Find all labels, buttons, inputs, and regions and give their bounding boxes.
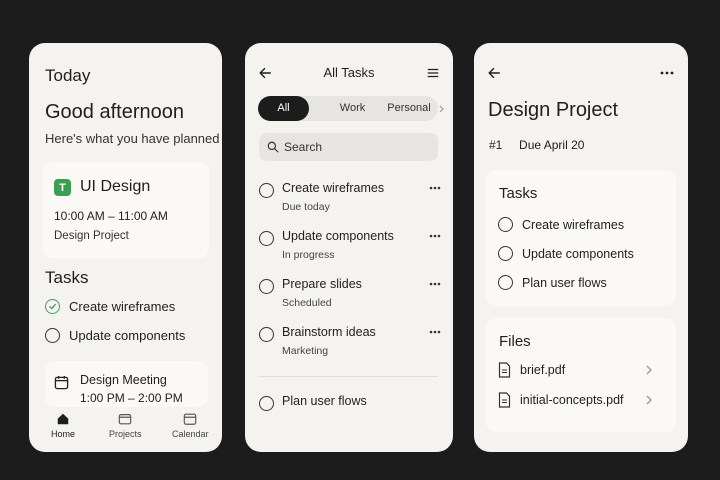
more-icon[interactable] <box>429 330 441 334</box>
task-subtitle: Due today <box>282 201 330 213</box>
task-title: Update components <box>282 229 394 243</box>
checkbox-circle-icon[interactable] <box>259 279 274 294</box>
greeting-subtitle: Here's what you have planned <box>45 131 220 146</box>
tasks-heading: Tasks <box>45 268 89 287</box>
checkbox-circle-icon[interactable] <box>259 231 274 246</box>
task-row[interactable]: Update components In progress <box>259 229 441 265</box>
home-icon <box>56 412 70 426</box>
all-tasks-screen: All Tasks All Work Personal Search Creat… <box>245 43 453 452</box>
filter-segmented-control: All Work Personal <box>258 96 444 121</box>
page-title: Today <box>45 66 91 85</box>
checkbox-circle-icon[interactable] <box>45 328 60 343</box>
more-icon[interactable] <box>429 282 441 286</box>
checkbox-circle-icon[interactable] <box>259 396 274 411</box>
task-subtitle: In progress <box>282 249 335 261</box>
filter-personal[interactable]: Personal <box>384 96 434 121</box>
file-icon <box>498 362 511 378</box>
task-title: Prepare slides <box>282 277 362 291</box>
search-placeholder: Search <box>284 140 323 154</box>
tab-label: Calendar <box>172 429 209 439</box>
filter-all[interactable]: All <box>258 96 309 121</box>
checkbox-circle-icon[interactable] <box>498 217 513 232</box>
back-arrow-icon[interactable] <box>487 66 501 80</box>
checkbox-circle-icon[interactable] <box>498 275 513 290</box>
event-card[interactable]: T UI Design 10:00 AM – 11:00 AM Design P… <box>42 162 209 258</box>
task-title: Plan user flows <box>282 394 367 408</box>
file-icon <box>498 392 511 408</box>
project-meta: #1 Due April 20 <box>489 138 584 152</box>
divider <box>259 376 438 377</box>
event-badge: T <box>54 179 71 196</box>
page-title: Design Project <box>488 99 619 121</box>
tab-calendar[interactable]: Calendar <box>172 412 209 439</box>
calendar-icon <box>54 375 69 390</box>
file-item[interactable]: brief.pdf <box>498 362 664 378</box>
project-number: #1 <box>489 138 503 152</box>
project-due-date: Due April 20 <box>519 138 585 152</box>
checkbox-circle-icon[interactable] <box>498 246 513 261</box>
meeting-title: Design Meeting <box>80 373 167 387</box>
tasks-heading: Tasks <box>499 185 538 202</box>
meeting-time: 1:00 PM – 2:00 PM <box>80 391 183 405</box>
tab-home[interactable]: Home <box>51 412 75 439</box>
event-title: UI Design <box>80 178 151 195</box>
files-heading: Files <box>499 333 531 350</box>
task-label: Update components <box>522 246 634 261</box>
event-project: Design Project <box>54 230 129 242</box>
event-time: 10:00 AM – 11:00 AM <box>54 209 168 223</box>
task-row[interactable]: Brainstorm ideas Marketing <box>259 325 441 361</box>
search-icon <box>267 141 279 153</box>
project-tasks-card: Tasks Create wireframes Update component… <box>486 170 676 306</box>
tab-bar: Home Projects Calendar <box>29 404 222 452</box>
page-title: All Tasks <box>323 65 375 80</box>
filter-work[interactable]: Work <box>325 96 380 121</box>
more-icon[interactable] <box>429 234 441 238</box>
task-row[interactable]: Create wireframes Due today <box>259 181 441 217</box>
task-item[interactable]: Update components <box>498 246 634 261</box>
file-item[interactable]: initial-concepts.pdf <box>498 392 664 408</box>
search-input[interactable]: Search <box>259 133 438 161</box>
task-item[interactable]: Create wireframes <box>498 217 624 232</box>
task-label: Plan user flows <box>522 275 607 290</box>
folder-icon <box>118 412 132 426</box>
greeting: Good afternoon <box>45 101 184 123</box>
chevron-right-icon <box>646 365 652 375</box>
menu-icon[interactable] <box>426 66 440 80</box>
calendar-icon <box>183 412 197 426</box>
task-label: Update components <box>69 328 186 343</box>
tab-label: Projects <box>109 429 142 439</box>
file-name: brief.pdf <box>520 363 566 377</box>
task-item[interactable]: Update components <box>45 328 185 343</box>
task-item[interactable]: Create wireframes <box>45 299 175 314</box>
task-row[interactable]: Prepare slides Scheduled <box>259 277 441 313</box>
tab-label: Home <box>51 429 76 439</box>
checked-circle-icon[interactable] <box>45 299 60 314</box>
task-title: Create wireframes <box>282 181 385 195</box>
chevron-right-icon <box>439 105 444 113</box>
task-item[interactable]: Plan user flows <box>498 275 607 290</box>
task-label: Create wireframes <box>522 217 625 232</box>
more-icon[interactable] <box>660 71 674 75</box>
project-files-card: Files brief.pdf initial-concepts.pdf <box>486 318 676 432</box>
task-subtitle: Marketing <box>282 345 329 357</box>
file-name: initial-concepts.pdf <box>520 393 624 407</box>
checkbox-circle-icon[interactable] <box>259 183 274 198</box>
checkbox-circle-icon[interactable] <box>259 327 274 342</box>
task-label: Create wireframes <box>69 299 176 314</box>
tab-projects[interactable]: Projects <box>109 412 142 439</box>
task-title: Brainstorm ideas <box>282 325 376 339</box>
today-screen: Today Good afternoon Here's what you hav… <box>29 43 222 452</box>
project-screen: Design Project #1 Due April 20 Tasks Cre… <box>474 43 688 452</box>
chevron-right-icon <box>646 395 652 405</box>
task-subtitle: Scheduled <box>282 297 332 309</box>
more-icon[interactable] <box>429 186 441 190</box>
task-row[interactable]: Plan user flows <box>259 394 441 414</box>
meeting-card[interactable]: Design Meeting 1:00 PM – 2:00 PM <box>45 361 208 407</box>
